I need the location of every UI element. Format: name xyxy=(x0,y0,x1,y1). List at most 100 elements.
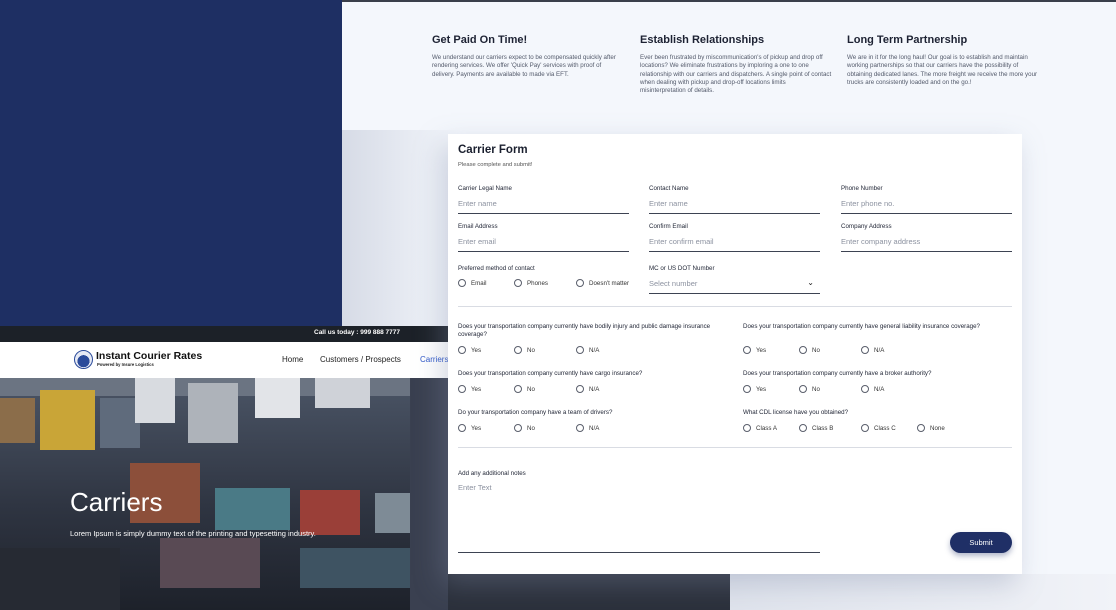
radio-label: Class A xyxy=(756,424,777,432)
hero-title: Carriers xyxy=(70,487,163,517)
call-text: Call us today : 999 888 7777 xyxy=(314,329,400,336)
logo-title[interactable]: Instant Courier Rates xyxy=(96,350,202,362)
radio-q4-na[interactable]: N/A xyxy=(861,385,884,393)
radio-label: N/A xyxy=(874,385,885,393)
radio-circle[interactable] xyxy=(576,346,584,354)
radio-q2-no[interactable]: No xyxy=(799,346,820,354)
radio-circle[interactable] xyxy=(514,385,522,393)
radio-label: No xyxy=(812,346,820,354)
divider xyxy=(458,306,1012,307)
notes-label: Add any additional notes xyxy=(458,470,526,477)
bottom-shadow xyxy=(730,574,1116,610)
radio-circle[interactable] xyxy=(799,424,807,432)
radio-label: Yes xyxy=(471,346,482,354)
radio-label: Phones xyxy=(527,279,548,287)
field-label: Contact Name xyxy=(649,185,689,192)
radio-q5-na[interactable]: N/A xyxy=(576,424,599,432)
radio-circle[interactable] xyxy=(458,346,466,354)
radio-circle[interactable] xyxy=(514,424,522,432)
radio-label: Email xyxy=(471,279,487,287)
email-input[interactable]: Enter email xyxy=(458,235,629,252)
form-title: Carrier Form xyxy=(458,144,528,156)
radio-q1-no[interactable]: No xyxy=(514,346,535,354)
feature-text: We understand our carriers expect to be … xyxy=(432,54,616,78)
contact-method-label: Preferred method of contact xyxy=(458,265,535,272)
radio-q2-yes[interactable]: Yes xyxy=(743,346,766,354)
radio-q1-yes[interactable]: Yes xyxy=(458,346,481,354)
radio-label: No xyxy=(527,424,535,432)
nav-customers[interactable]: Customers / Prospects xyxy=(320,355,401,364)
radio-circle[interactable] xyxy=(861,346,869,354)
field-label: MC or US DOT Number xyxy=(649,265,715,272)
radio-circle[interactable] xyxy=(458,385,466,393)
radio-circle[interactable] xyxy=(576,424,584,432)
radio-circle[interactable] xyxy=(799,385,807,393)
question-general-liability: Does your transportation company current… xyxy=(743,323,980,330)
feature-title: Get Paid On Time! xyxy=(432,34,528,46)
contact-name-input[interactable]: Enter name xyxy=(649,197,820,214)
call-bar: Call us today : 999 888 7777 xyxy=(0,326,448,342)
notes-textarea[interactable]: Enter Text xyxy=(458,483,820,553)
radio-q3-na[interactable]: N/A xyxy=(576,385,599,393)
form-subtitle: Please complete and submit! xyxy=(458,162,533,168)
question-broker-authority: Does your transportation company current… xyxy=(743,370,932,377)
radio-label: Doesn't matter xyxy=(589,279,630,287)
dot-number-select[interactable]: Select number ⌄ xyxy=(649,277,820,294)
radio-circle[interactable] xyxy=(576,385,584,393)
radio-cdl-class-b[interactable]: Class B xyxy=(799,424,833,432)
carrier-form-card: Carrier Form Please complete and submit!… xyxy=(448,134,1022,574)
radio-q3-yes[interactable]: Yes xyxy=(458,385,481,393)
radio-label: Yes xyxy=(471,385,482,393)
radio-q4-no[interactable]: No xyxy=(799,385,820,393)
radio-circle[interactable] xyxy=(514,346,522,354)
logo-truck-icon[interactable] xyxy=(74,350,93,369)
radio-circle[interactable] xyxy=(917,424,925,432)
radio-circle[interactable] xyxy=(743,346,751,354)
feature-text: Ever been frustrated by miscommunication… xyxy=(640,54,832,95)
radio-contact-doesnt-matter[interactable]: Doesn't matter xyxy=(576,279,629,287)
radio-q3-no[interactable]: No xyxy=(514,385,535,393)
radio-contact-email[interactable]: Email xyxy=(458,279,486,287)
question-cargo-insurance: Does your transportation company current… xyxy=(458,370,643,377)
radio-q2-na[interactable]: N/A xyxy=(861,346,884,354)
radio-circle[interactable] xyxy=(458,279,466,287)
radio-cdl-class-a[interactable]: Class A xyxy=(743,424,777,432)
divider xyxy=(458,447,1012,448)
nav-home[interactable]: Home xyxy=(282,355,303,364)
company-address-input[interactable]: Enter company address xyxy=(841,235,1012,252)
radio-q5-yes[interactable]: Yes xyxy=(458,424,481,432)
radio-label: Class B xyxy=(812,424,834,432)
select-value: Select number xyxy=(649,279,698,288)
radio-circle[interactable] xyxy=(861,424,869,432)
radio-circle[interactable] xyxy=(743,385,751,393)
radio-label: Yes xyxy=(471,424,482,432)
question-team-drivers: Do your transportation company have a te… xyxy=(458,409,613,416)
radio-circle[interactable] xyxy=(514,279,522,287)
contact-name-field: Contact Name Enter name xyxy=(649,185,820,214)
radio-circle[interactable] xyxy=(576,279,584,287)
nav-carriers[interactable]: Carriers xyxy=(420,355,448,364)
email-field: Email Address Enter email xyxy=(458,223,629,252)
logo-subtitle: Powered by Insure Logistics xyxy=(97,362,154,367)
radio-circle[interactable] xyxy=(861,385,869,393)
radio-circle[interactable] xyxy=(458,424,466,432)
radio-cdl-class-c[interactable]: Class C xyxy=(861,424,896,432)
radio-circle[interactable] xyxy=(799,346,807,354)
field-label: Email Address xyxy=(458,223,498,230)
radio-q1-na[interactable]: N/A xyxy=(576,346,599,354)
legal-name-input[interactable]: Enter name xyxy=(458,197,629,214)
phone-input[interactable]: Enter phone no. xyxy=(841,197,1012,214)
chevron-down-icon[interactable]: ⌄ xyxy=(807,278,814,287)
radio-label: Class C xyxy=(874,424,896,432)
feature-title: Establish Relationships xyxy=(640,34,765,46)
radio-cdl-none[interactable]: None xyxy=(917,424,945,432)
radio-circle[interactable] xyxy=(743,424,751,432)
radio-q5-no[interactable]: No xyxy=(514,424,535,432)
radio-q4-yes[interactable]: Yes xyxy=(743,385,766,393)
field-label: Carrier Legal Name xyxy=(458,185,512,192)
confirm-email-input[interactable]: Enter confirm email xyxy=(649,235,820,252)
submit-button[interactable]: Submit xyxy=(950,532,1012,553)
card-shadow xyxy=(342,130,462,330)
radio-label: No xyxy=(527,385,535,393)
radio-contact-phones[interactable]: Phones xyxy=(514,279,548,287)
